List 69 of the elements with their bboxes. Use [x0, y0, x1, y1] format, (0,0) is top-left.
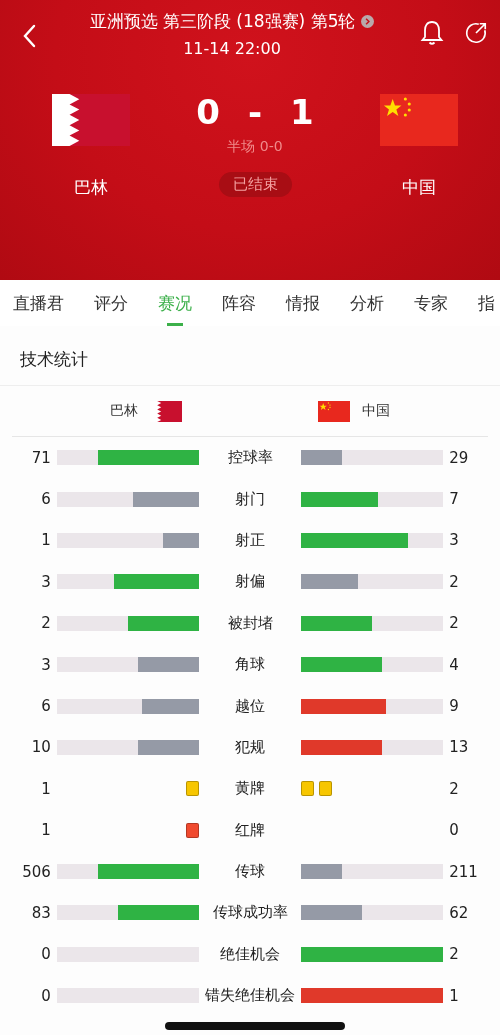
- home-stat-value: 10: [30, 738, 51, 757]
- flag-icon: [52, 94, 130, 146]
- away-stat-value: 7: [449, 490, 460, 509]
- stat-label: 控球率: [226, 448, 274, 468]
- tab[interactable]: 直播君: [13, 280, 64, 326]
- home-team-name: 巴林: [74, 176, 108, 199]
- tab[interactable]: 指: [478, 280, 495, 326]
- flag-icon: [380, 94, 458, 146]
- stat-label: 射偏: [234, 572, 266, 592]
- home-stat-value: 2: [40, 614, 51, 633]
- tab[interactable]: 阵容: [222, 280, 256, 326]
- home-stat-value: 1: [40, 531, 51, 550]
- away-stat-value: 29: [449, 448, 470, 467]
- home-stat-value: 0: [40, 986, 51, 1005]
- home-stat-value: 3: [40, 655, 51, 674]
- back-icon[interactable]: [22, 24, 36, 48]
- away-stat-value: 2: [449, 779, 460, 798]
- section-title: 技术统计: [0, 326, 500, 386]
- halftime-score: 半场 0-0: [227, 138, 283, 156]
- stat-label: 射门: [234, 489, 266, 509]
- away-stat-value: 2: [449, 614, 460, 633]
- match-datetime: 11-14 22:00: [183, 39, 281, 58]
- home-stat-value: 506: [21, 862, 51, 881]
- away-stat-value: 9: [449, 697, 460, 716]
- score-separator: -: [247, 92, 263, 132]
- away-stat-value: 2: [449, 945, 460, 964]
- tab[interactable]: 分析: [350, 280, 384, 326]
- home-team-name: 巴林: [110, 402, 138, 420]
- share-icon[interactable]: [464, 20, 488, 46]
- away-team-name: 中国: [362, 402, 390, 420]
- away-score: 1: [290, 92, 314, 132]
- home-stat-value: 1: [40, 779, 51, 798]
- stat-label: 黄牌: [234, 779, 266, 799]
- flag-icon: [318, 400, 350, 422]
- chevron-icon[interactable]: [361, 15, 375, 28]
- home-stat-value: 6: [40, 490, 51, 509]
- stat-label: 犯规: [234, 737, 266, 757]
- home-stat-value: 0: [40, 945, 51, 964]
- home-stat-value: 83: [30, 904, 51, 922]
- flag-icon: [150, 400, 182, 422]
- away-stat-value: 2: [449, 572, 460, 591]
- stat-label: 红牌: [234, 820, 266, 840]
- home-stat-value: 3: [40, 572, 51, 591]
- away-stat-value: 211: [449, 862, 479, 881]
- stat-label: 射正: [234, 530, 266, 550]
- home-stat-value: 1: [40, 821, 51, 840]
- tab[interactable]: 专家: [414, 280, 448, 326]
- competition-title[interactable]: 亚洲预选 第三阶段 (18强赛) 第5轮: [89, 10, 356, 33]
- stat-label: 传球成功率: [211, 903, 289, 923]
- tab[interactable]: 情报: [286, 280, 320, 326]
- away-stat-value: 4: [449, 655, 460, 674]
- away-stat-value: 62: [449, 904, 470, 922]
- stat-label: 传球: [234, 862, 266, 882]
- home-stat-value: 6: [40, 697, 51, 716]
- home-score: 0: [196, 92, 220, 132]
- away-stat-value: 1: [449, 986, 460, 1005]
- away-stat-value: 3: [449, 531, 460, 550]
- stat-label: 被封堵: [226, 613, 274, 633]
- away-stat-value: 13: [449, 738, 470, 757]
- home-stat-value: 71: [30, 448, 51, 467]
- stat-label: 越位: [234, 696, 266, 716]
- tab[interactable]: 评分: [94, 280, 128, 326]
- bell-icon[interactable]: [420, 20, 444, 46]
- stat-label: 绝佳机会: [219, 944, 281, 964]
- stat-label: 角球: [234, 655, 266, 675]
- match-status: 已结束: [218, 172, 292, 197]
- away-team-name: 中国: [402, 176, 436, 199]
- away-stat-value: 0: [449, 821, 460, 840]
- stat-label: 错失绝佳机会: [204, 986, 296, 1006]
